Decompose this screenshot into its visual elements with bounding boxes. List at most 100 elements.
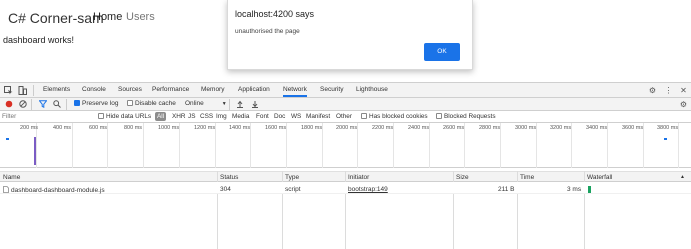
has-blocked-cookies-toggle[interactable]: Has blocked cookies: [361, 113, 428, 120]
record-icon[interactable]: [4, 100, 13, 109]
filter-type-media[interactable]: Media: [232, 113, 249, 120]
sort-ascending-icon[interactable]: ▲: [680, 174, 685, 180]
waterfall-bar: [588, 186, 591, 193]
request-status: 304: [220, 186, 231, 193]
page-content: dashboard works!: [3, 35, 75, 45]
preserve-log-checkbox[interactable]: [74, 100, 80, 106]
tick-label: 2200 ms: [372, 125, 394, 131]
request-marker: [664, 138, 667, 140]
ok-button[interactable]: OK: [424, 43, 460, 61]
tab-sources[interactable]: Sources: [118, 86, 142, 93]
tick-label: 3400 ms: [586, 125, 608, 131]
tick-label: 600 ms: [89, 125, 108, 131]
has-blocked-cookies-checkbox[interactable]: [361, 113, 367, 119]
preserve-log-label: Preserve log: [82, 100, 119, 107]
column-size[interactable]: Size: [456, 174, 469, 181]
tick-line: [322, 123, 323, 168]
filter-type-xhr[interactable]: XHR: [172, 113, 186, 120]
request-name: dashboard-dashboard-module.js: [11, 187, 105, 194]
hide-data-urls-label: Hide data URLs: [106, 113, 152, 120]
request-name-cell[interactable]: dashboard-dashboard-module.js: [3, 186, 105, 194]
tick-line: [464, 123, 465, 168]
tab-application[interactable]: Application: [238, 86, 270, 93]
preserve-log-toggle[interactable]: Preserve log: [74, 100, 119, 107]
tick-line: [250, 123, 251, 168]
tab-performance[interactable]: Performance: [152, 86, 189, 93]
tick-line: [107, 123, 108, 168]
filter-type-font[interactable]: Font: [256, 113, 269, 120]
tick-line: [357, 123, 358, 168]
alert-dialog: localhost:4200 says unauthorised the pag…: [227, 0, 473, 70]
tab-network[interactable]: Network: [283, 86, 307, 97]
column-initiator[interactable]: Initiator: [348, 174, 369, 181]
tick-label: 1600 ms: [265, 125, 287, 131]
close-icon[interactable]: ✕: [679, 86, 688, 95]
blocked-requests-checkbox[interactable]: [436, 113, 442, 119]
tick-label: 1800 ms: [301, 125, 323, 131]
settings-gear-icon[interactable]: ⚙: [648, 86, 657, 95]
device-toolbar-icon[interactable]: [18, 86, 27, 95]
tick-label: 3200 ms: [550, 125, 572, 131]
column-time[interactable]: Time: [520, 174, 534, 181]
import-har-icon[interactable]: [235, 100, 244, 109]
devtools-panel: Elements Console Sources Performance Mem…: [0, 82, 691, 249]
nav-link-users[interactable]: Users: [126, 11, 155, 23]
chevron-down-icon: ▼: [221, 101, 227, 107]
column-type[interactable]: Type: [285, 174, 299, 181]
request-marker: [6, 138, 9, 140]
column-waterfall[interactable]: Waterfall: [587, 174, 612, 181]
toolbar-separator: [66, 99, 67, 110]
tick-label: 2800 ms: [479, 125, 501, 131]
export-har-icon[interactable]: [250, 100, 259, 109]
column-status[interactable]: Status: [220, 174, 238, 181]
column-name[interactable]: Name: [3, 174, 20, 181]
hide-data-urls-checkbox[interactable]: [98, 113, 104, 119]
tab-memory[interactable]: Memory: [201, 86, 224, 93]
tick-line: [429, 123, 430, 168]
request-initiator-link[interactable]: bootstrap:149: [348, 186, 388, 193]
tab-elements[interactable]: Elements: [43, 86, 70, 93]
clear-icon[interactable]: [18, 100, 27, 109]
tick-label: 1400 ms: [229, 125, 251, 131]
filter-type-doc[interactable]: Doc: [274, 113, 285, 120]
tab-lighthouse[interactable]: Lighthouse: [356, 86, 388, 93]
filter-type-ws[interactable]: WS: [291, 113, 301, 120]
tick-line: [215, 123, 216, 168]
filter-icon[interactable]: [37, 100, 48, 109]
tick-label: 800 ms: [124, 125, 143, 131]
filter-type-all[interactable]: All: [155, 112, 167, 121]
hide-data-urls-toggle[interactable]: Hide data URLs: [98, 113, 151, 120]
alert-message: unauthorised the page: [235, 28, 300, 35]
filter-type-css[interactable]: CSS: [200, 113, 213, 120]
blocked-requests-toggle[interactable]: Blocked Requests: [436, 113, 496, 120]
tick-line: [500, 123, 501, 168]
tick-label: 2400 ms: [408, 125, 430, 131]
network-settings-gear-icon[interactable]: ⚙: [679, 100, 688, 109]
toolbar-separator: [229, 99, 230, 110]
filter-input[interactable]: [2, 112, 88, 121]
dom-content-loaded-marker: [34, 137, 36, 165]
blocked-requests-label: Blocked Requests: [444, 113, 496, 120]
disable-cache-checkbox[interactable]: [127, 100, 133, 106]
filter-bar: Hide data URLs All XHR JS CSS Img Media …: [0, 111, 691, 123]
more-options-icon[interactable]: ⋮: [664, 86, 673, 95]
tick-line: [536, 123, 537, 168]
nav-link-home[interactable]: Home: [93, 11, 122, 23]
disable-cache-toggle[interactable]: Disable cache: [127, 100, 176, 107]
has-blocked-cookies-label: Has blocked cookies: [369, 113, 428, 120]
throttle-value: Online: [185, 100, 204, 107]
tab-security[interactable]: Security: [320, 86, 343, 93]
tick-line: [678, 123, 679, 168]
disable-cache-label: Disable cache: [135, 100, 176, 107]
filter-type-js[interactable]: JS: [188, 113, 195, 120]
brand-title[interactable]: C# Corner-sam: [8, 10, 104, 26]
inspect-element-icon[interactable]: [4, 86, 13, 95]
filter-type-manifest[interactable]: Manifest: [306, 113, 330, 120]
filter-type-other[interactable]: Other: [336, 113, 352, 120]
filter-type-img[interactable]: Img: [216, 113, 227, 120]
search-icon[interactable]: [52, 100, 61, 109]
timeline-overview[interactable]: 200 ms 400 ms 600 ms 800 ms 1000 ms 1200…: [0, 123, 691, 168]
tick-label: 3800 ms: [657, 125, 679, 131]
tab-console[interactable]: Console: [82, 86, 106, 93]
throttle-select[interactable]: Online ▼: [185, 100, 227, 107]
